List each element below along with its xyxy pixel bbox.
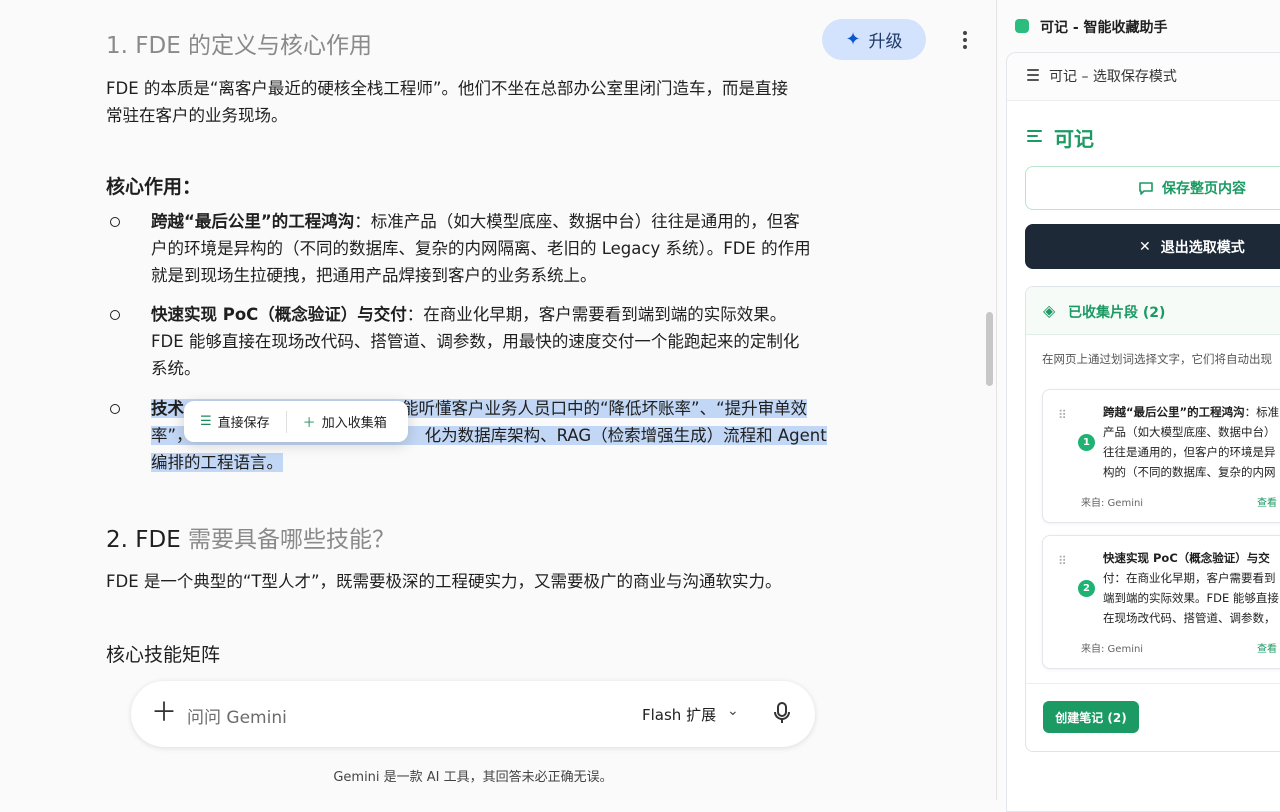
keji-logo-icon [1015, 19, 1029, 33]
chat-input-box: ＋ 问问 Gemini Flash 扩展 ⌄ [131, 681, 815, 747]
list-item: 快速实现 PoC（概念验证）与交付：在商业化早期，客户需要看到端到端的实际效果。… [151, 305, 800, 378]
drag-handle-icon[interactable]: ⠿ [1058, 408, 1067, 422]
chevron-down-icon[interactable]: ⌄ [727, 703, 739, 719]
save-full-page-button[interactable]: 保存整页内容 [1025, 166, 1280, 210]
brand-list-icon [1027, 130, 1042, 145]
gemini-chat-area: 1. FDE 的定义与核心作用 ✦ 升级 FDE 的本质是“离客户最近的硬核全栈工… [0, 0, 996, 800]
chat-input[interactable]: 问问 Gemini [187, 703, 287, 728]
layers-icon: ◈ [1043, 301, 1056, 320]
bullet-icon [110, 310, 120, 320]
list-item: 跨越“最后公里”的工程鸿沟：标准产品（如大模型底座、数据中台）往往是通用的，但客… [151, 212, 811, 285]
snippet-index-badge: 2 [1078, 580, 1095, 597]
bullet-icon [110, 404, 120, 414]
intro-paragraph: FDE 的本质是“离客户最近的硬核全栈工程师”。他们不坐在总部办公室里闭门造车，… [106, 79, 788, 125]
message-icon [1139, 181, 1153, 195]
snippet-card[interactable]: ⠿ 1 跨越“最后公里”的工程鸿沟：标准 产品（如大模型底座、数据中台） 往往是… [1042, 389, 1280, 523]
selection-hint: 在网页上通过划词选择文字，它们将自动出现 [1042, 352, 1272, 366]
panel-header: 可记 – 选取保存模式 [1007, 53, 1280, 101]
snippet-card[interactable]: ⠿ 2 快速实现 PoC（概念验证）与交 付：在商业化早期，客户需要看到 端到端… [1042, 535, 1280, 669]
extension-titlebar: 可记 - 智能收藏助手 [998, 0, 1280, 52]
disclaimer-text: Gemini 是一款 AI 工具，其回答未必正确无误。 [333, 770, 613, 785]
collected-snippets-box: ◈ 已收集片段 (2) 在网页上通过划词选择文字，它们将自动出现 ⠿ 1 跨越“… [1025, 286, 1280, 752]
microphone-icon[interactable] [773, 701, 791, 727]
section-heading-1: 1. FDE 的定义与核心作用 [106, 33, 373, 59]
upgrade-button[interactable]: ✦ 升级 [822, 19, 926, 60]
extension-title: 可记 - 智能收藏助手 [1040, 20, 1168, 36]
selection-popup: ☰ 直接保存 ＋加入收集箱 [184, 401, 408, 442]
snippet-view-link[interactable]: 查看 [1257, 494, 1277, 509]
list-icon: ☰ [200, 414, 212, 429]
scrollbar-thumb[interactable] [986, 312, 993, 386]
snippet-text: 跨越“最后公里”的工程鸿沟：标准 产品（如大模型底座、数据中台） 往往是通用的，… [1103, 405, 1280, 479]
t-person-paragraph: FDE 是一个典型的“T型人才”，既需要极深的工程硬实力，又需要极广的商业与沟通… [106, 572, 782, 591]
model-selector[interactable]: Flash 扩展 [642, 704, 716, 725]
more-options-icon[interactable] [955, 28, 975, 52]
section-heading-2: 2. FDE 需要具备哪些技能？ [106, 527, 396, 553]
snippet-index-badge: 1 [1078, 434, 1095, 451]
snippet-source: 来自: Gemini [1081, 498, 1144, 509]
add-attachment-button[interactable]: ＋ [151, 699, 177, 727]
drag-handle-icon[interactable]: ⠿ [1058, 554, 1067, 568]
brand-header: 可记 [1027, 123, 1094, 152]
exit-select-mode-button[interactable]: ✕ 退出选取模式 [1025, 224, 1280, 269]
add-to-inbox-button[interactable]: ＋加入收集箱 [287, 401, 403, 442]
panel-divider[interactable] [996, 0, 997, 800]
bullet-icon [110, 217, 120, 227]
core-role-heading: 核心作用： [106, 176, 202, 198]
close-icon: ✕ [1139, 238, 1151, 255]
plus-icon: ＋ [302, 416, 316, 431]
direct-save-button[interactable]: ☰ 直接保存 [184, 401, 286, 442]
sparkle-icon: ✦ [845, 29, 861, 50]
collected-footer: 创建笔记 (2) [1026, 683, 1280, 751]
skill-matrix-heading: 核心技能矩阵 [106, 644, 221, 666]
menu-icon[interactable] [1027, 69, 1039, 84]
side-panel: 可记 – 选取保存模式 可记 保存整页内容 ✕ 退出选取模式 ◈ 已收集片段 (… [1006, 52, 1280, 812]
snippet-source: 来自: Gemini [1081, 644, 1144, 655]
panel-mode-title: 可记 – 选取保存模式 [1049, 69, 1177, 85]
collected-header: ◈ 已收集片段 (2) [1026, 287, 1280, 335]
snippet-text: 快速实现 PoC（概念验证）与交 付：在商业化早期，客户需要看到 端到端的实际效… [1103, 551, 1279, 625]
create-note-button[interactable]: 创建笔记 (2) [1043, 701, 1139, 733]
snippet-view-link[interactable]: 查看 [1257, 640, 1277, 655]
